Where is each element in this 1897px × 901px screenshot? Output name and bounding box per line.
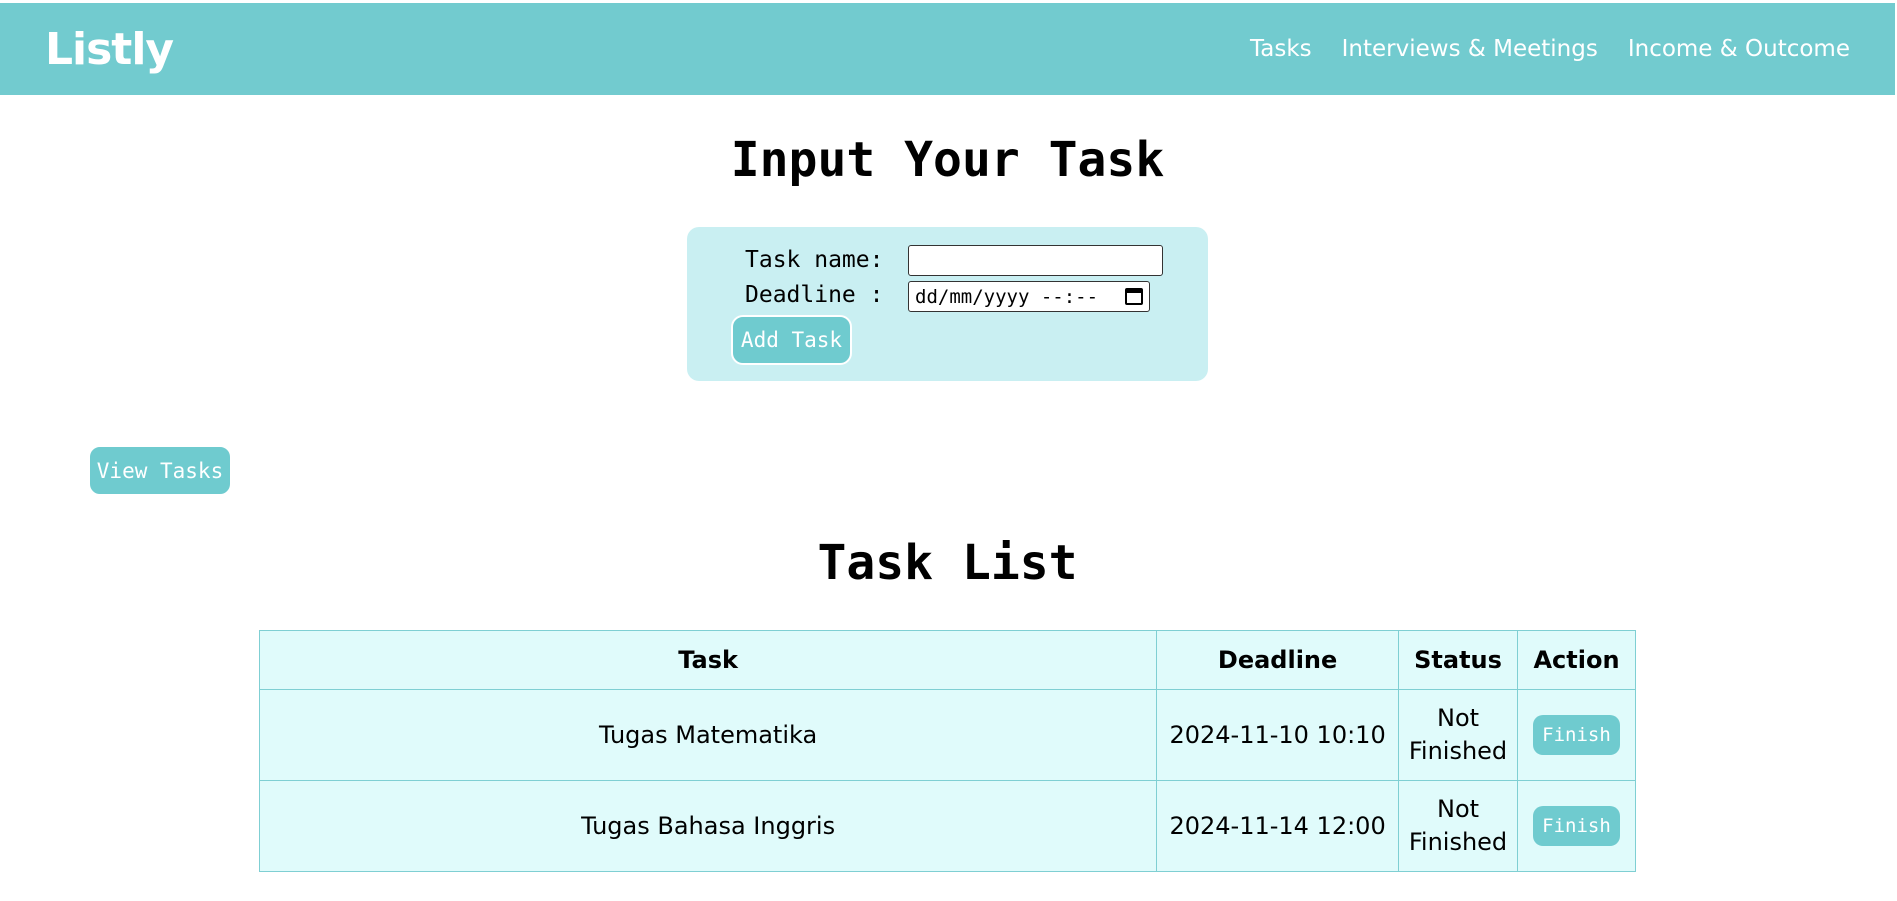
action-cell: Finish <box>1517 689 1636 781</box>
task-name-label: Task name: <box>745 247 884 273</box>
deadline-cell: 2024-11-10 10:10 <box>1156 689 1400 781</box>
calendar-icon[interactable] <box>1125 288 1143 305</box>
table-row: Tugas Bahasa Inggris 2024-11-14 12:00 No… <box>258 780 1636 872</box>
task-form: Task name: Deadline : dd/mm/yyyy --:-- A… <box>687 227 1208 381</box>
table-row: Tugas Matematika 2024-11-10 10:10 Not Fi… <box>258 689 1636 781</box>
deadline-input[interactable]: dd/mm/yyyy --:-- <box>908 281 1150 312</box>
task-table: Task Deadline Status Action Tugas Matema… <box>258 630 1636 872</box>
finish-button[interactable]: Finish <box>1533 715 1620 755</box>
status-line: Finished <box>1408 737 1508 765</box>
status-cell: Not Finished <box>1398 780 1518 872</box>
finish-button[interactable]: Finish <box>1533 806 1620 846</box>
status-line: Not <box>1436 704 1480 732</box>
nav-link-interviews-meetings[interactable]: Interviews & Meetings <box>1342 36 1598 62</box>
brand-logo[interactable]: Listly <box>45 24 174 75</box>
navbar: Listly Tasks Interviews & Meetings Incom… <box>0 3 1895 95</box>
deadline-cell: 2024-11-14 12:00 <box>1156 780 1400 872</box>
header-deadline: Deadline <box>1156 630 1400 690</box>
header-status: Status <box>1398 630 1518 690</box>
task-cell: Tugas Matematika <box>258 689 1158 781</box>
nav-link-income-outcome[interactable]: Income & Outcome <box>1628 36 1850 62</box>
status-line: Finished <box>1408 828 1508 856</box>
add-task-button[interactable]: Add Task <box>731 315 852 365</box>
page-title-input: Input Your Task <box>730 132 1165 188</box>
nav-link-tasks[interactable]: Tasks <box>1250 36 1312 62</box>
header-task: Task <box>258 630 1158 690</box>
task-name-input[interactable] <box>908 245 1163 276</box>
action-cell: Finish <box>1517 780 1636 872</box>
table-header-row: Task Deadline Status Action <box>258 630 1636 690</box>
header-action: Action <box>1517 630 1636 690</box>
nav-links: Tasks Interviews & Meetings Income & Out… <box>1250 36 1850 62</box>
view-tasks-button[interactable]: View Tasks <box>88 445 232 496</box>
task-cell: Tugas Bahasa Inggris <box>258 780 1158 872</box>
task-list-title: Task List <box>817 535 1078 591</box>
status-cell: Not Finished <box>1398 689 1518 781</box>
deadline-label: Deadline : <box>745 282 884 308</box>
deadline-placeholder: dd/mm/yyyy --:-- <box>915 285 1099 308</box>
status-line: Not <box>1436 795 1480 823</box>
